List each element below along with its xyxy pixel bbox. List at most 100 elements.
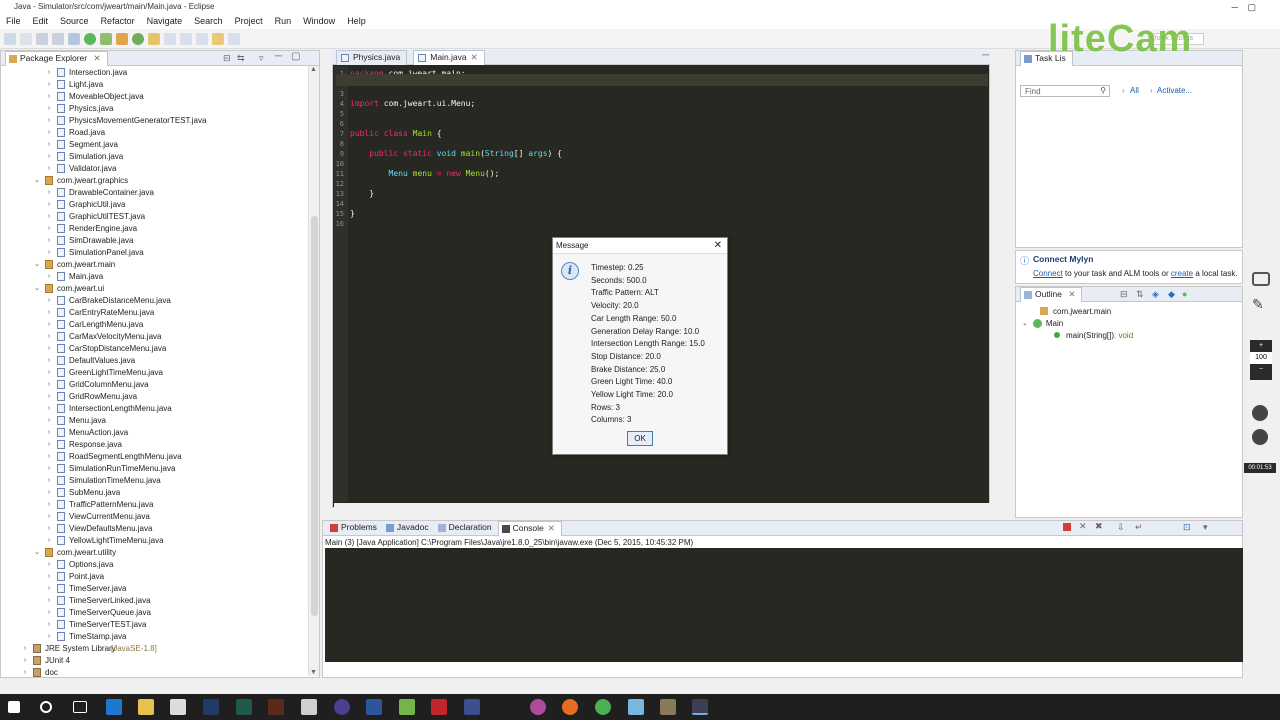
chevron-right-icon[interactable]: ›: [45, 295, 53, 307]
tree-file[interactable]: › TimeServer.java: [1, 583, 309, 595]
chevron-right-icon[interactable]: ›: [45, 511, 53, 523]
tree-file[interactable]: › SubMenu.java: [1, 487, 309, 499]
prev-annotation-icon[interactable]: [196, 32, 208, 45]
chevron-right-icon[interactable]: ›: [45, 367, 53, 379]
task-all-link[interactable]: All: [1130, 86, 1139, 95]
tree-file[interactable]: › Menu.java: [1, 415, 309, 427]
chevron-right-icon[interactable]: ›: [45, 271, 53, 283]
tree-file[interactable]: › ViewCurrentMenu.java: [1, 511, 309, 523]
chevron-right-icon[interactable]: ›: [45, 403, 53, 415]
tree-file[interactable]: › PhysicsMovementGeneratorTEST.java: [1, 115, 309, 127]
tree-file[interactable]: › SimulationRunTimeMenu.java: [1, 463, 309, 475]
chevron-right-icon[interactable]: ›: [45, 139, 53, 151]
menu-navigate[interactable]: Navigate: [147, 14, 183, 29]
tree-file[interactable]: › CarMaxVelocityMenu.java: [1, 331, 309, 343]
chevron-right-icon[interactable]: ›: [45, 319, 53, 331]
chevron-right-icon[interactable]: ›: [45, 631, 53, 643]
tree-file[interactable]: › GraphicUtilTEST.java: [1, 211, 309, 223]
chevron-right-icon[interactable]: ›: [45, 619, 53, 631]
chevron-down-icon[interactable]: ⌄: [1022, 319, 1028, 327]
tree-file[interactable]: › TrafficPatternMenu.java: [1, 499, 309, 511]
terminate-icon[interactable]: [1063, 523, 1071, 531]
tree-file[interactable]: › Physics.java: [1, 103, 309, 115]
close-icon[interactable]: ✕: [1068, 289, 1075, 299]
task-find-input[interactable]: Find ⚲: [1020, 85, 1110, 97]
chevron-right-icon[interactable]: ›: [45, 451, 53, 463]
tree-file[interactable]: › CarEntryRateMenu.java: [1, 307, 309, 319]
hide-nonpublic-icon[interactable]: ●: [1182, 289, 1187, 299]
chevron-right-icon[interactable]: ›: [45, 595, 53, 607]
chevron-right-icon[interactable]: ›: [45, 583, 53, 595]
collapse-all-icon[interactable]: ⊟: [223, 53, 231, 64]
menu-run[interactable]: Run: [275, 14, 292, 29]
open-type-icon[interactable]: [148, 32, 160, 45]
zoom-control[interactable]: + 100 −: [1250, 340, 1272, 380]
chevron-right-icon[interactable]: ›: [45, 187, 53, 199]
task-view-icon[interactable]: [73, 701, 87, 713]
tree-file[interactable]: › CarStopDistanceMenu.java: [1, 343, 309, 355]
chevron-right-icon[interactable]: ›: [45, 379, 53, 391]
maximize-icon[interactable]: ▢: [1247, 0, 1256, 14]
tree-file[interactable]: › GridRowMenu.java: [1, 391, 309, 403]
new-java-package-icon[interactable]: [116, 32, 128, 45]
menu-project[interactable]: Project: [235, 14, 263, 29]
chevron-down-icon[interactable]: ⌄: [33, 175, 41, 187]
sort-icon[interactable]: ⇅: [1136, 289, 1144, 300]
menu-edit[interactable]: Edit: [33, 14, 49, 29]
chevron-right-icon[interactable]: ›: [21, 667, 29, 677]
close-icon[interactable]: ✕: [471, 52, 478, 62]
audition-icon[interactable]: [236, 699, 252, 715]
start-icon[interactable]: [8, 701, 20, 713]
chevron-right-icon[interactable]: ›: [45, 415, 53, 427]
scroll-up-icon[interactable]: ▲: [310, 66, 317, 73]
search-icon[interactable]: [164, 32, 176, 45]
file-explorer-icon[interactable]: [138, 699, 154, 715]
close-icon[interactable]: ✕: [93, 53, 100, 63]
new-icon[interactable]: [4, 32, 16, 45]
back-icon[interactable]: [212, 32, 224, 45]
menu-source[interactable]: Source: [60, 14, 89, 29]
outline-item-method[interactable]: main(String[]) : void: [1054, 329, 1133, 341]
hide-static-icon[interactable]: ◆: [1168, 289, 1175, 300]
tree-file[interactable]: › Validator.java: [1, 163, 309, 175]
firefox-icon[interactable]: [562, 699, 578, 715]
illustrator-icon[interactable]: [268, 699, 284, 715]
remove-all-icon[interactable]: ✖: [1095, 521, 1103, 532]
tree-file[interactable]: › RoadSegmentLengthMenu.java: [1, 451, 309, 463]
chevron-right-icon[interactable]: ›: [21, 655, 29, 667]
menu-help[interactable]: Help: [347, 14, 366, 29]
chevron-right-icon[interactable]: ›: [45, 331, 53, 343]
tree-file[interactable]: › Intersection.java: [1, 67, 309, 79]
chevron-right-icon[interactable]: ›: [45, 79, 53, 91]
chevron-right-icon[interactable]: ›: [45, 247, 53, 259]
chevron-down-icon[interactable]: ⌄: [33, 283, 41, 295]
tree-file[interactable]: › SimDrawable.java: [1, 235, 309, 247]
view-menu-icon[interactable]: ▿: [259, 53, 264, 64]
eclipse-active-icon[interactable]: [692, 699, 708, 715]
minimize-icon[interactable]: ─: [1232, 0, 1238, 14]
outline-item-package[interactable]: com.jweart.main: [1040, 305, 1111, 317]
chevron-right-icon[interactable]: ›: [45, 487, 53, 499]
tree-file[interactable]: › Segment.java: [1, 139, 309, 151]
tab-console[interactable]: Console ✕: [497, 520, 562, 536]
chevron-right-icon[interactable]: ›: [45, 223, 53, 235]
eclipse-icon[interactable]: [334, 699, 350, 715]
menu-refactor[interactable]: Refactor: [101, 14, 135, 29]
external-tools-icon[interactable]: [100, 32, 112, 45]
chevron-right-icon[interactable]: ›: [45, 439, 53, 451]
editor-tab[interactable]: Main.java ✕: [413, 49, 485, 65]
chevron-right-icon[interactable]: ›: [45, 475, 53, 487]
maximize-view-icon[interactable]: ▢: [291, 51, 300, 62]
zoom-out-icon[interactable]: −: [1250, 364, 1272, 376]
pen-icon[interactable]: ✎: [1252, 296, 1264, 313]
next-annotation-icon[interactable]: [180, 32, 192, 45]
forward-icon[interactable]: [228, 32, 240, 45]
new-class-icon[interactable]: [132, 32, 144, 45]
cloud-icon[interactable]: [628, 699, 644, 715]
tree-file[interactable]: › GridColumnMenu.java: [1, 379, 309, 391]
tree-file[interactable]: › TimeStamp.java: [1, 631, 309, 643]
tab-javadoc[interactable]: Javadoc: [383, 521, 435, 536]
chevron-right-icon[interactable]: ›: [45, 163, 53, 175]
chevron-down-icon[interactable]: ⌄: [33, 547, 41, 559]
chevron-right-icon[interactable]: ›: [45, 523, 53, 535]
